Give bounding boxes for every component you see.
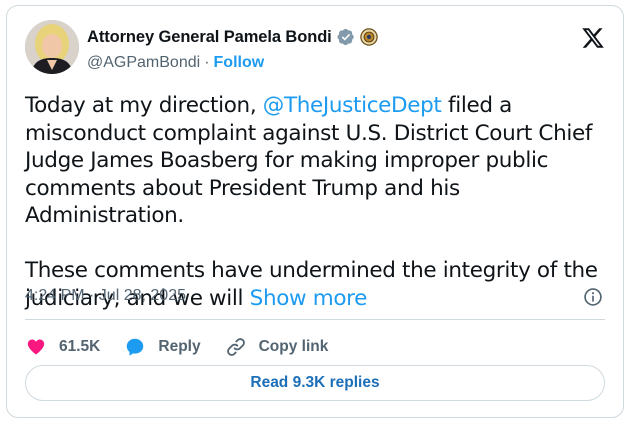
mention-link[interactable]: @TheJusticeDept	[263, 93, 442, 118]
copy-link-label: Copy link	[258, 338, 329, 355]
tweet-card: Attorney General Pamela Bondi @AGPamBond…	[6, 5, 624, 418]
tweet-timestamp[interactable]: 4:24 PM · Jul 28, 2025	[25, 287, 186, 305]
heart-icon	[27, 339, 45, 355]
author-name-row: Attorney General Pamela Bondi	[87, 26, 378, 48]
handle-separator: ·	[204, 54, 210, 71]
reply-label: Reply	[158, 338, 201, 355]
tweet-paragraph-1: Today at my direction, @TheJusticeDept f…	[25, 92, 615, 230]
info-icon[interactable]	[583, 287, 603, 307]
tweet-text: Today at my direction, @TheJusticeDept f…	[25, 92, 615, 312]
avatar-image	[25, 20, 79, 74]
author-handle-row: @AGPamBondi · Follow	[87, 52, 264, 74]
author-name[interactable]: Attorney General Pamela Bondi	[87, 28, 332, 47]
like-button[interactable]: 61.5K	[25, 336, 100, 358]
reply-button[interactable]: Reply	[124, 336, 201, 358]
copy-link-button[interactable]: Copy link	[225, 336, 329, 358]
read-replies-button[interactable]: Read 9.3K replies	[25, 365, 605, 401]
link-icon	[226, 338, 245, 356]
tweet-text-intro: Today at my direction,	[25, 93, 263, 118]
x-logo-icon[interactable]	[581, 26, 605, 50]
action-bar: 61.5K Reply Copy link	[25, 329, 352, 365]
author-handle[interactable]: @AGPamBondi	[87, 54, 200, 72]
reply-bubble-icon	[127, 338, 144, 356]
avatar[interactable]	[25, 20, 79, 74]
read-replies-label: Read 9.3K replies	[250, 374, 380, 391]
divider	[25, 319, 605, 320]
show-more-link[interactable]: Show more	[250, 286, 368, 311]
doj-seal-icon	[359, 28, 378, 46]
follow-button[interactable]: Follow	[214, 54, 265, 72]
verified-badge-icon	[337, 28, 354, 46]
like-count: 61.5K	[59, 338, 101, 355]
